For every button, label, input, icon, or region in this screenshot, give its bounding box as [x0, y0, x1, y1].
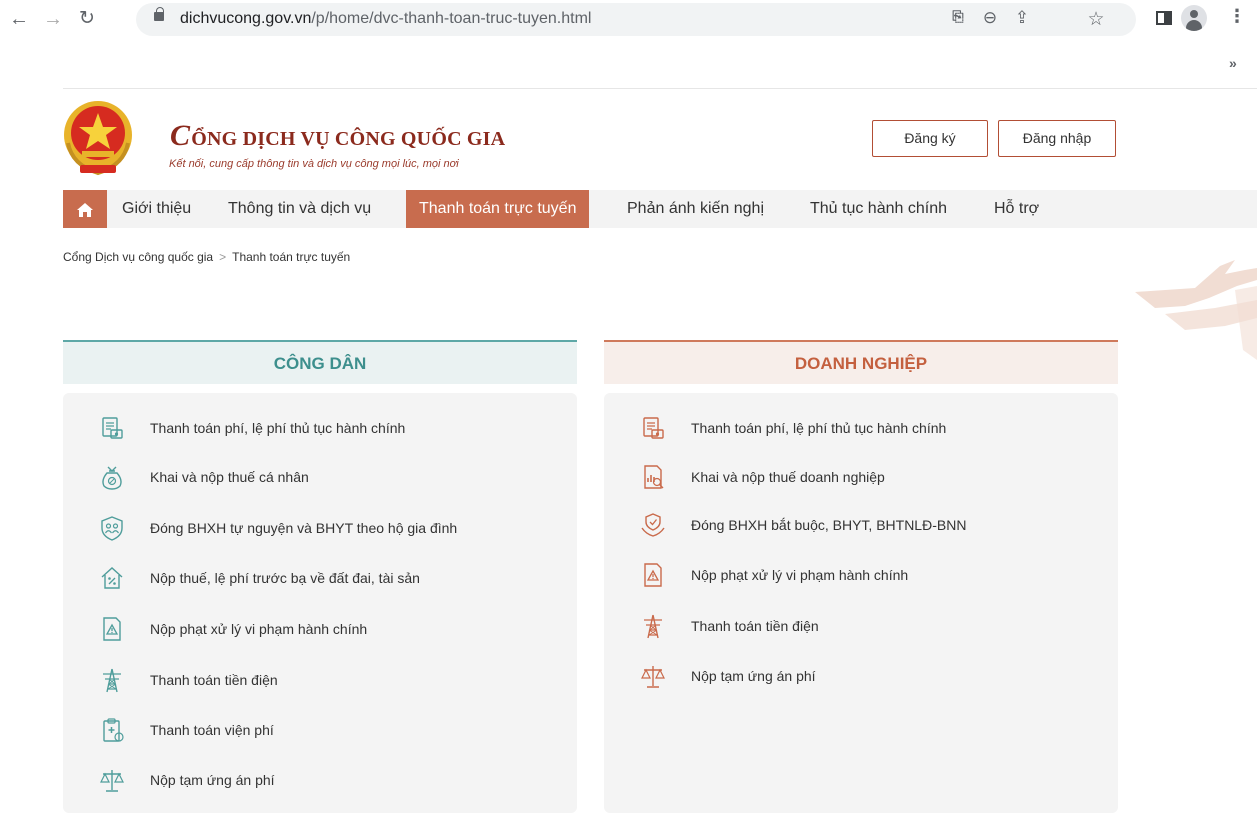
scales-icon	[99, 767, 125, 793]
side-panel-icon[interactable]	[1156, 11, 1172, 25]
citizen-item-admin-fine[interactable]: Nộp phạt xử lý vi phạm hành chính	[63, 612, 563, 646]
business-item-label: Thanh toán phí, lệ phí thủ tục hành chín…	[691, 420, 947, 436]
family-shield-icon	[99, 515, 125, 541]
address-bar[interactable]: dichvucong.gov.vn/p/home/dvc-thanh-toan-…	[136, 3, 1136, 36]
house-percent-icon	[99, 565, 125, 591]
business-item-label: Nộp phạt xử lý vi phạm hành chính	[691, 567, 909, 583]
citizen-item-electricity[interactable]: Thanh toán tiền điện	[63, 663, 563, 697]
forward-arrow-icon[interactable]: →	[40, 6, 66, 32]
business-item-court-fee[interactable]: Nộp tạm ứng án phí	[604, 659, 1104, 693]
url-text: dichvucong.gov.vn/p/home/dvc-thanh-toan-…	[180, 10, 591, 28]
citizen-item-personal-tax[interactable]: Khai và nộp thuế cá nhân	[63, 460, 563, 494]
tax-chart-icon	[640, 464, 666, 490]
nav-item-thu-tuc-hanh-chinh[interactable]: Thủ tục hành chính	[810, 190, 947, 228]
portal-subtitle: Kết nối, cung cấp thông tin và dịch vụ c…	[169, 158, 459, 170]
business-item-mandatory-insurance[interactable]: Đóng BHXH bắt buộc, BHYT, BHTNLĐ-BNN	[604, 508, 1104, 542]
nav-item-thong-tin-dich-vu[interactable]: Thông tin và dịch vụ	[228, 190, 371, 228]
bookmark-star-icon[interactable]: ☆	[1084, 8, 1108, 31]
business-item-label: Nộp tạm ứng án phí	[691, 668, 816, 684]
browser-toolbar: ← → ↻ dichvucong.gov.vn/p/home/dvc-thanh…	[0, 0, 1257, 40]
decorative-bird-icon	[1135, 260, 1257, 360]
breadcrumb-home[interactable]: Cổng Dịch vụ công quốc gia	[63, 250, 213, 264]
reload-icon[interactable]: ↻	[74, 6, 100, 32]
citizen-section-title: CÔNG DÂN	[63, 340, 577, 384]
url-path: /p/home/dvc-thanh-toan-truc-tuyen.html	[311, 10, 592, 27]
business-services-panel: Thanh toán phí, lệ phí thủ tục hành chín…	[604, 393, 1118, 813]
national-emblem-icon	[64, 101, 132, 176]
warning-document-icon	[99, 616, 125, 642]
citizen-item-label: Nộp tạm ứng án phí	[150, 772, 275, 788]
citizen-item-admin-fee[interactable]: Thanh toán phí, lệ phí thủ tục hành chín…	[63, 411, 563, 445]
medical-clipboard-icon	[99, 717, 125, 743]
nav-item-thanh-toan-truc-tuyen[interactable]: Thanh toán trực tuyến	[406, 190, 590, 228]
translate-icon[interactable]: ⎘	[946, 8, 970, 25]
home-icon	[77, 203, 93, 217]
portal-title-text: ỔNG DỊCH VỤ CÔNG QUỐC GIA	[191, 128, 506, 150]
zoom-icon[interactable]: ⊖	[978, 8, 1002, 28]
url-host: dichvucong.gov.vn	[180, 10, 312, 27]
share-icon[interactable]: ⇪	[1010, 8, 1034, 28]
citizen-item-label: Thanh toán viện phí	[150, 722, 274, 738]
business-item-label: Khai và nộp thuế doanh nghiệp	[691, 469, 885, 485]
portal-title[interactable]: CỔNG DỊCH VỤ CÔNG QUỐC GIA	[170, 119, 505, 153]
breadcrumb-current: Thanh toán trực tuyến	[232, 250, 351, 264]
money-bag-icon	[99, 464, 125, 490]
nav-item-ho-tro[interactable]: Hỗ trợ	[994, 190, 1039, 228]
profile-avatar-icon[interactable]	[1181, 5, 1207, 31]
business-item-admin-fine[interactable]: Nộp phạt xử lý vi phạm hành chính	[604, 558, 1104, 592]
breadcrumb-separator: >	[219, 250, 227, 264]
business-item-label: Thanh toán tiền điện	[691, 618, 819, 634]
citizen-item-household-insurance[interactable]: Đóng BHXH tự nguyện và BHYT theo hộ gia …	[63, 511, 563, 545]
login-button[interactable]: Đăng nhập	[998, 120, 1116, 157]
citizen-item-hospital-fee[interactable]: Thanh toán viện phí	[63, 713, 563, 747]
business-item-corporate-tax[interactable]: Khai và nộp thuế doanh nghiệp	[604, 460, 1104, 494]
bookmarks-overflow-icon[interactable]: »	[1229, 55, 1237, 71]
portal-title-initial: C	[170, 119, 191, 152]
hand-shield-icon	[640, 512, 666, 538]
citizen-item-land-tax[interactable]: Nộp thuế, lệ phí trước bạ về đất đai, tà…	[63, 561, 563, 595]
fee-document-icon	[640, 415, 666, 441]
nav-item-phan-anh-kien-nghi[interactable]: Phản ánh kiến nghị	[627, 190, 764, 228]
menu-dots-icon[interactable]: ⋮	[1224, 6, 1250, 27]
citizen-item-label: Khai và nộp thuế cá nhân	[150, 469, 309, 485]
citizen-item-label: Thanh toán tiền điện	[150, 672, 278, 688]
breadcrumb: Cổng Dịch vụ công quốc gia > Thanh toán tr…	[63, 250, 350, 264]
citizen-item-court-fee[interactable]: Nộp tạm ứng án phí	[63, 763, 563, 797]
back-arrow-icon[interactable]: ←	[6, 6, 32, 32]
power-tower-icon	[640, 613, 666, 639]
business-item-electricity[interactable]: Thanh toán tiền điện	[604, 609, 1104, 643]
business-item-admin-fee[interactable]: Thanh toán phí, lệ phí thủ tục hành chín…	[604, 411, 1104, 445]
business-section-title: DOANH NGHIỆP	[604, 340, 1118, 384]
citizen-services-panel: Thanh toán phí, lệ phí thủ tục hành chín…	[63, 393, 577, 813]
warning-document-icon	[640, 562, 666, 588]
fee-document-icon	[99, 415, 125, 441]
lock-icon	[154, 7, 164, 21]
citizen-item-label: Nộp phạt xử lý vi phạm hành chính	[150, 621, 368, 637]
citizen-item-label: Đóng BHXH tự nguyện và BHYT theo hộ gia …	[150, 520, 458, 536]
power-tower-icon	[99, 667, 125, 693]
business-item-label: Đóng BHXH bắt buộc, BHYT, BHTNLĐ-BNN	[691, 517, 967, 533]
scales-icon	[640, 663, 666, 689]
citizen-item-label: Nộp thuế, lệ phí trước bạ về đất đai, tà…	[150, 570, 420, 586]
main-nav: Giới thiệu Thông tin và dịch vụ Thanh to…	[63, 190, 1257, 228]
nav-item-gioi-thieu[interactable]: Giới thiệu	[122, 190, 191, 228]
home-button[interactable]	[63, 190, 107, 228]
header-divider	[63, 88, 1257, 89]
citizen-item-label: Thanh toán phí, lệ phí thủ tục hành chín…	[150, 420, 406, 436]
register-button[interactable]: Đăng ký	[872, 120, 988, 157]
